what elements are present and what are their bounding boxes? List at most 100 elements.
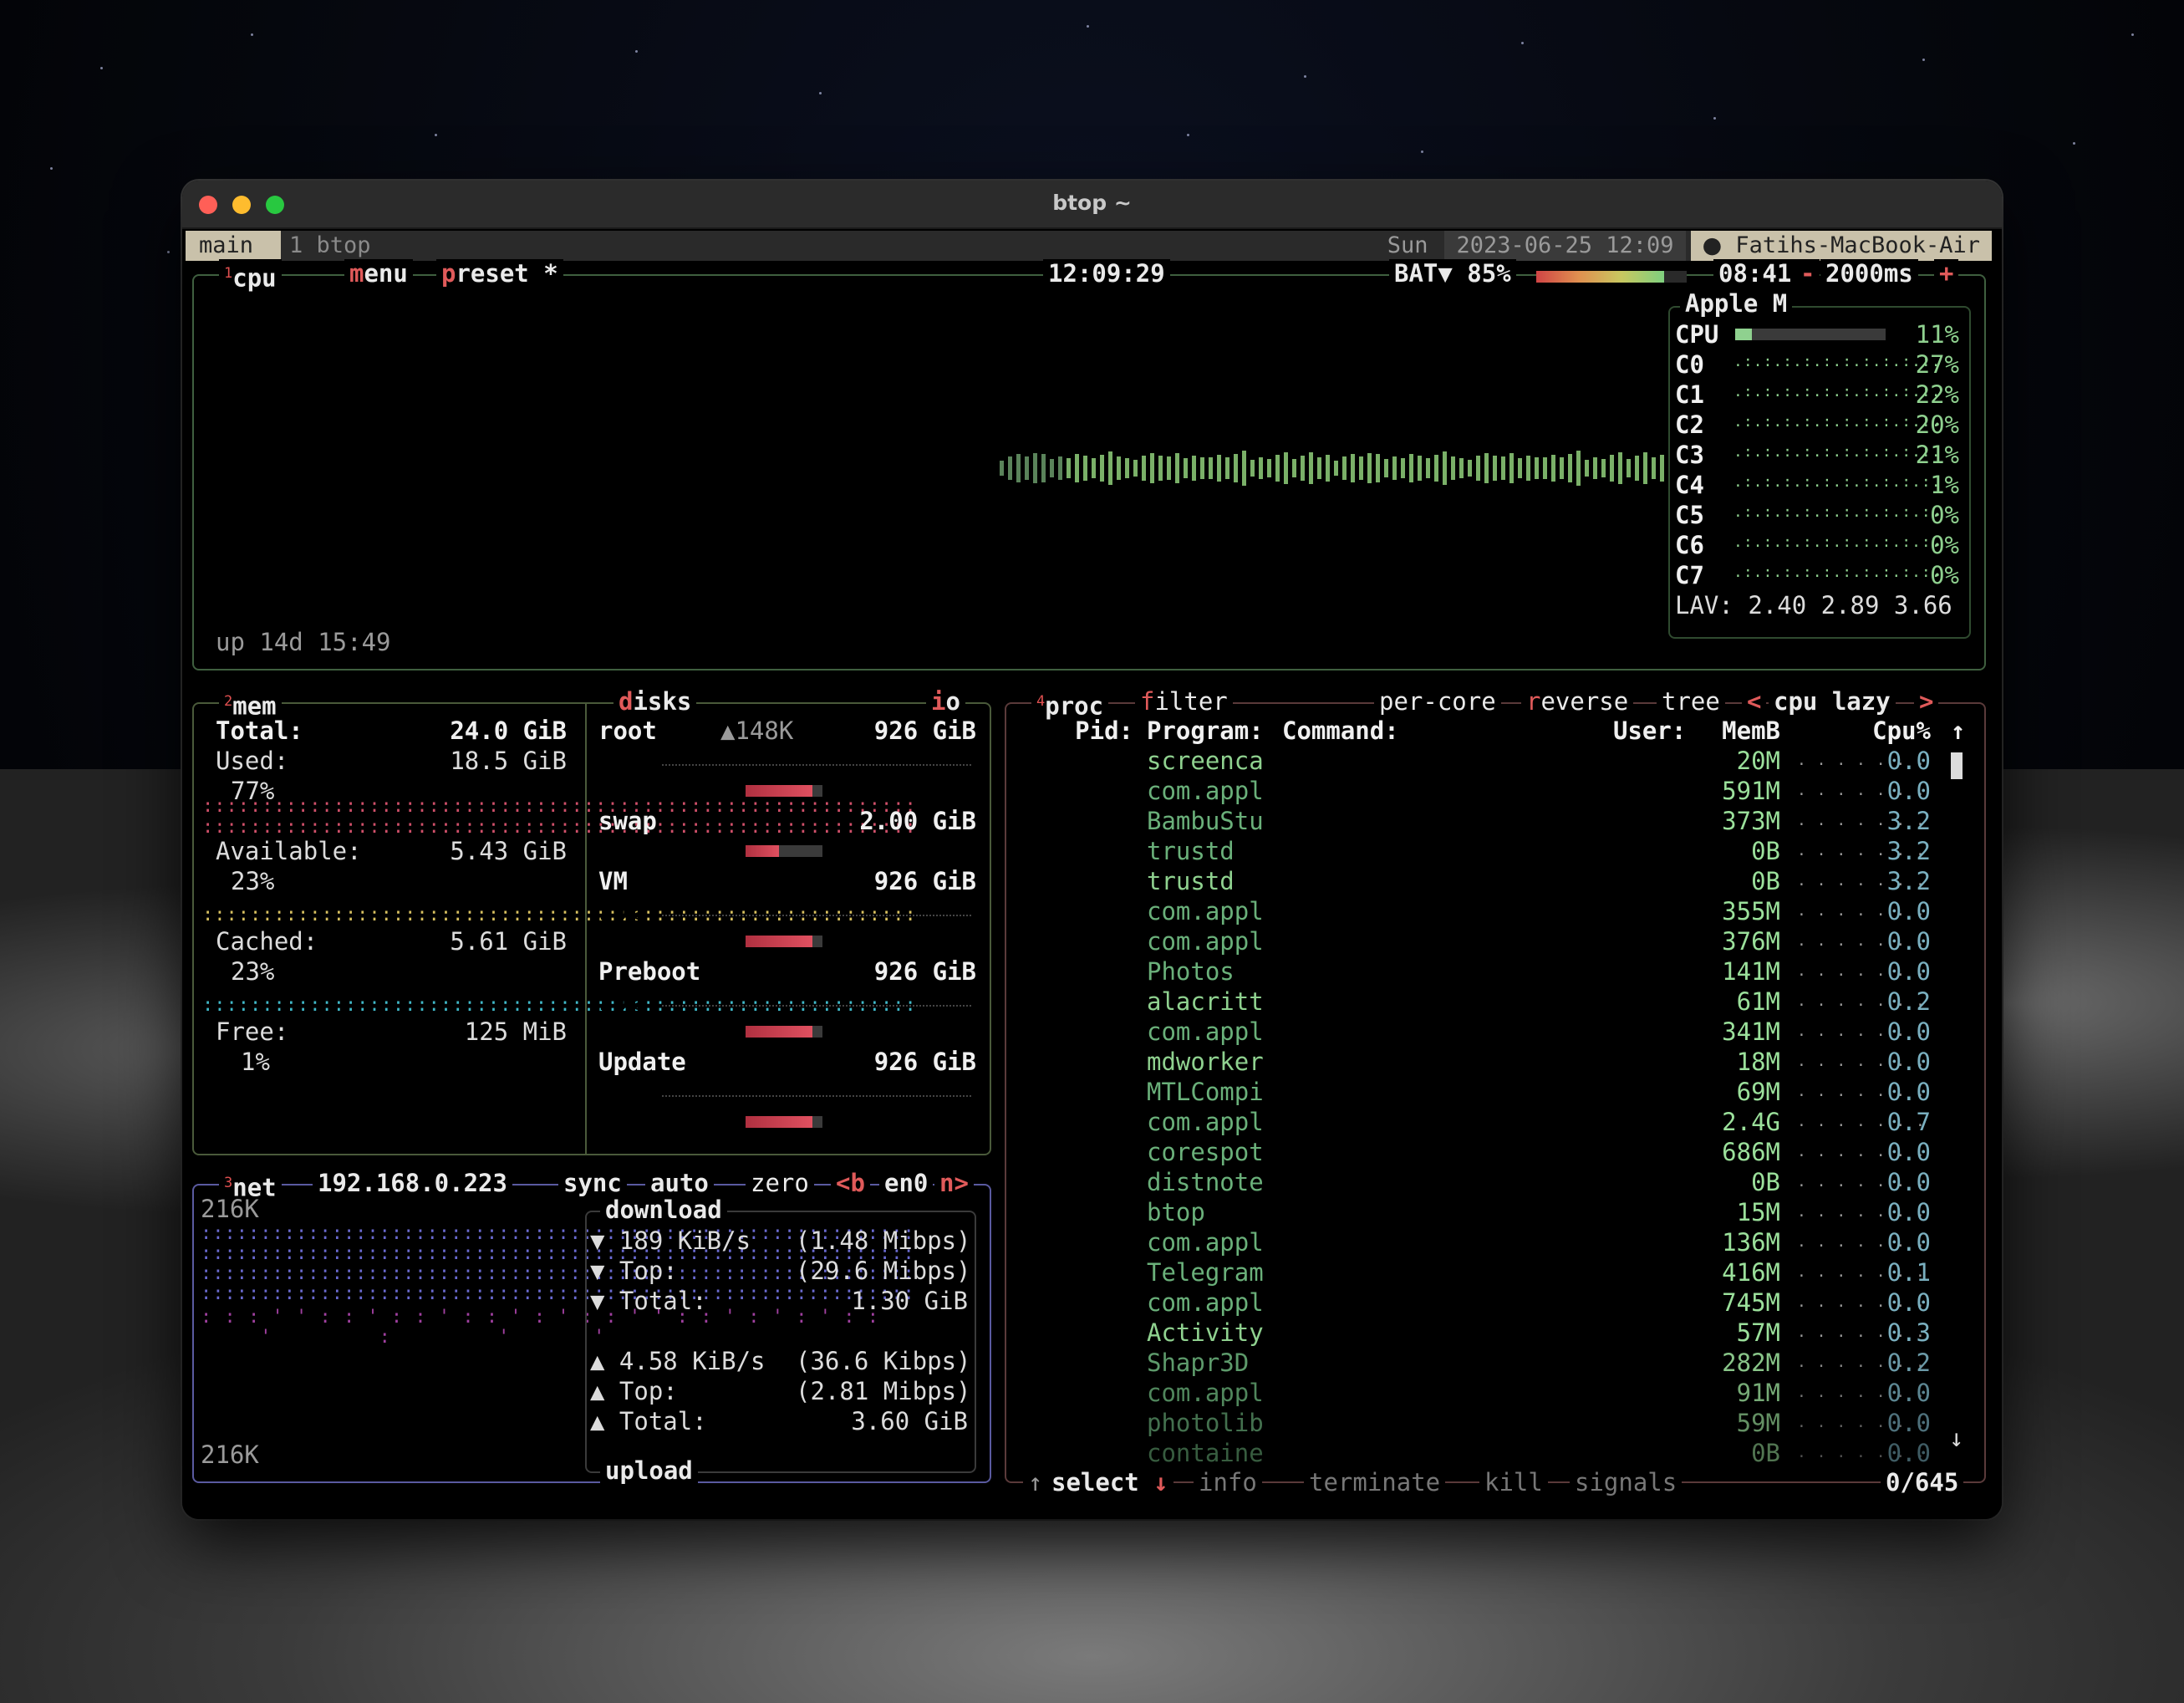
proc-table-header: Pid: Program: Command: User: MemB Cpu% ↑ bbox=[1006, 716, 1984, 746]
mem-cached-pct: 23% bbox=[231, 957, 275, 986]
cpu-graph-column bbox=[1150, 453, 1154, 483]
process-row[interactable]: 69503 com.appl/System/Library/Frame fatih 3… bbox=[1006, 1017, 1984, 1047]
process-row[interactable]: 72194 screenca/usr/sbin/screencaptu fatih 2… bbox=[1006, 746, 1984, 776]
net-scale-top: 216K bbox=[201, 1195, 259, 1223]
cpu-graph-column bbox=[1075, 454, 1079, 482]
io-toggle[interactable]: io bbox=[926, 687, 965, 716]
proc-select[interactable]: select ↓ bbox=[1046, 1468, 1173, 1496]
cpu-graph-column bbox=[1041, 454, 1046, 482]
disk-entry[interactable]: Update 926 GiB bbox=[595, 1047, 985, 1077]
disk-entry[interactable]: VM 926 GiB bbox=[595, 866, 985, 896]
cpu-box-title[interactable]: 1cpu bbox=[219, 259, 282, 293]
process-row[interactable]: 57770 Shapr3D/Applications/Shapr3D fatih 28… bbox=[1006, 1348, 1984, 1378]
cpu-graph-column bbox=[1334, 461, 1338, 476]
net-zero-toggle[interactable]: zero bbox=[746, 1169, 814, 1197]
cpu-graph-column bbox=[1000, 461, 1004, 476]
process-row[interactable]: 48258 trustd/usr/libexec/trustd _cmi+ 0B. .… bbox=[1006, 836, 1984, 866]
proc-signals[interactable]: signals bbox=[1570, 1468, 1683, 1496]
proc-filter[interactable]: filter bbox=[1135, 687, 1233, 716]
process-row[interactable]: 72187 mdworker/System/Library/Frame fatih 1… bbox=[1006, 1047, 1984, 1077]
header-pid[interactable]: Pid: bbox=[1023, 716, 1133, 746]
battery-meter bbox=[1536, 271, 1687, 283]
process-row[interactable]: 7079 Activity/System/Applications/fatih 57… bbox=[1006, 1318, 1984, 1348]
star bbox=[1187, 134, 1189, 136]
terminal-area[interactable]: main 1 btop Sun 2023-06-25 12:09 ● Fatih… bbox=[182, 229, 2002, 1519]
interval-increase[interactable]: + bbox=[1934, 259, 1959, 288]
net-next-iface[interactable]: n> bbox=[934, 1169, 974, 1197]
cpu-graph-column bbox=[1509, 453, 1514, 483]
core-pct: 0% bbox=[1930, 531, 1959, 559]
menu-button[interactable]: menu bbox=[344, 259, 413, 288]
process-row[interactable]: 69509 com.appl/System/Library/Frame fatih 1… bbox=[1006, 1227, 1984, 1257]
header-mem[interactable]: MemB bbox=[1705, 716, 1780, 746]
core-label: C1 bbox=[1675, 380, 1704, 409]
process-row[interactable]: 63839 alacritt/Applications/Alacrit fatih 6… bbox=[1006, 987, 1984, 1017]
net-prev-iface[interactable]: <b bbox=[831, 1169, 870, 1197]
net-sync-toggle[interactable]: sync bbox=[558, 1169, 627, 1197]
disk-entry[interactable]: root ▲148K 926 GiB bbox=[595, 716, 985, 746]
scroll-down-icon[interactable]: ↓ bbox=[1949, 1423, 1963, 1453]
proc-info[interactable]: info bbox=[1194, 1468, 1262, 1496]
disk-entry[interactable]: Preboot 926 GiB bbox=[595, 956, 985, 987]
process-row[interactable]: 72100 MTLCompi/System/Library/Frame fatih 6… bbox=[1006, 1077, 1984, 1107]
net-auto-toggle[interactable]: auto bbox=[645, 1169, 714, 1197]
cpu-graph-column bbox=[1518, 458, 1522, 478]
tmux-session-main[interactable]: main bbox=[186, 231, 281, 261]
cpu-graph-column bbox=[1225, 457, 1229, 479]
cpu-graph-column bbox=[1610, 455, 1614, 482]
battery-status: BAT▼ 85% bbox=[1389, 259, 1516, 288]
proc-sort-next[interactable]: > bbox=[1914, 687, 1939, 716]
process-row[interactable]: 71211 Photos/System/Applications/fatih 141… bbox=[1006, 956, 1984, 987]
core-label: C2 bbox=[1675, 410, 1704, 439]
proc-terminate[interactable]: terminate bbox=[1304, 1468, 1446, 1496]
cpu-graph-column bbox=[1359, 456, 1363, 480]
process-row[interactable]: 50651 BambuStu/Applications/BambuSt fatih 3… bbox=[1006, 806, 1984, 836]
preset-button[interactable]: preset * bbox=[436, 259, 563, 288]
cpu-graph-column bbox=[1058, 456, 1062, 480]
header-command[interactable]: Command: bbox=[1282, 716, 1399, 746]
net-upload-rate: ▲ 4.58 KiB/s bbox=[590, 1347, 766, 1375]
tmux-window-btop[interactable]: 1 btop bbox=[289, 231, 371, 261]
proc-tree-toggle[interactable]: tree bbox=[1657, 687, 1725, 716]
disk-name: VM bbox=[598, 867, 628, 895]
proc-sort-prev[interactable]: < bbox=[1742, 687, 1767, 716]
header-user[interactable]: User: bbox=[1613, 716, 1686, 746]
tmux-status-bar: main 1 btop Sun 2023-06-25 12:09 ● Fatih… bbox=[186, 231, 1992, 261]
cpu-graph-column bbox=[1585, 460, 1589, 477]
header-cpu[interactable]: Cpu% bbox=[1851, 716, 1931, 746]
cpu-graph-column bbox=[1392, 456, 1397, 480]
proc-per-core-toggle[interactable]: per-core bbox=[1374, 687, 1501, 716]
proc-reverse-toggle[interactable]: reverse bbox=[1521, 687, 1634, 716]
cpu-graph-column bbox=[1092, 458, 1096, 478]
process-row[interactable]: 48231 trustd/usr/libexec/trustd _loc+ 0B. .… bbox=[1006, 866, 1984, 896]
proc-scrollbar[interactable] bbox=[1951, 752, 1963, 779]
proc-kill[interactable]: kill bbox=[1479, 1468, 1548, 1496]
process-row[interactable]: 69943 containe/usr/libexec/containe _loc+ 0… bbox=[1006, 1438, 1984, 1468]
cpu-core-panel: Apple M CPU 11% C0.:.:.:.:.:.:.:.:.:.:. 27%… bbox=[1668, 289, 1971, 639]
uptime: up 14d 15:49 bbox=[216, 628, 391, 656]
disks-title[interactable]: disks bbox=[613, 687, 697, 716]
process-row[interactable]: 1117 corespot/System/Library/Frame fatih 68… bbox=[1006, 1137, 1984, 1167]
process-row[interactable]: 64710 com.appl/System/Library/Frame fatih 7… bbox=[1006, 1287, 1984, 1318]
process-row[interactable]: 67444 com.appl/System/Library/Frame fatih 5… bbox=[1006, 776, 1984, 806]
header-program[interactable]: Program: bbox=[1147, 716, 1264, 746]
cpu-graph-column bbox=[1551, 455, 1555, 482]
process-row[interactable]: 69987 photolib/System/Library/Priva fatih 5… bbox=[1006, 1408, 1984, 1438]
scroll-up-icon[interactable]: ↑ bbox=[1951, 716, 1965, 746]
proc-count: 0/645 bbox=[1881, 1468, 1964, 1496]
process-row[interactable]: 1113 distnote/usr/sbin/distnoted _app+ 0B. … bbox=[1006, 1167, 1984, 1197]
disk-entry[interactable]: swap 2.00 GiB bbox=[595, 806, 985, 836]
process-row[interactable]: 32885 Telegram/Applications/Telegra fatih 4… bbox=[1006, 1257, 1984, 1287]
cpu-graph-column bbox=[1158, 456, 1163, 481]
process-row[interactable]: 72033 com.appl/System/Library/Frame fatih 3… bbox=[1006, 926, 1984, 956]
process-row[interactable]: 71952 btop btop fatih 15M. . . . . . . 0.0 bbox=[1006, 1197, 1984, 1227]
star bbox=[1421, 150, 1423, 153]
process-row[interactable]: 2878 com.appl/System/Library/Frame fatih 2.… bbox=[1006, 1107, 1984, 1137]
process-row[interactable]: 72099 com.appl/System/Library/Frame fatih 3… bbox=[1006, 896, 1984, 926]
interval-decrease[interactable]: - bbox=[1795, 259, 1820, 288]
cpu-graph-column bbox=[1426, 458, 1430, 478]
cpu-usage-graph bbox=[1000, 451, 1664, 486]
mem-free-label: Free: bbox=[216, 1017, 289, 1046]
process-row[interactable]: 8039 com.appl/System/Library/Frame fatih 91… bbox=[1006, 1378, 1984, 1408]
disk-used-line: Used: 87% 806 GiB bbox=[598, 1017, 976, 1046]
